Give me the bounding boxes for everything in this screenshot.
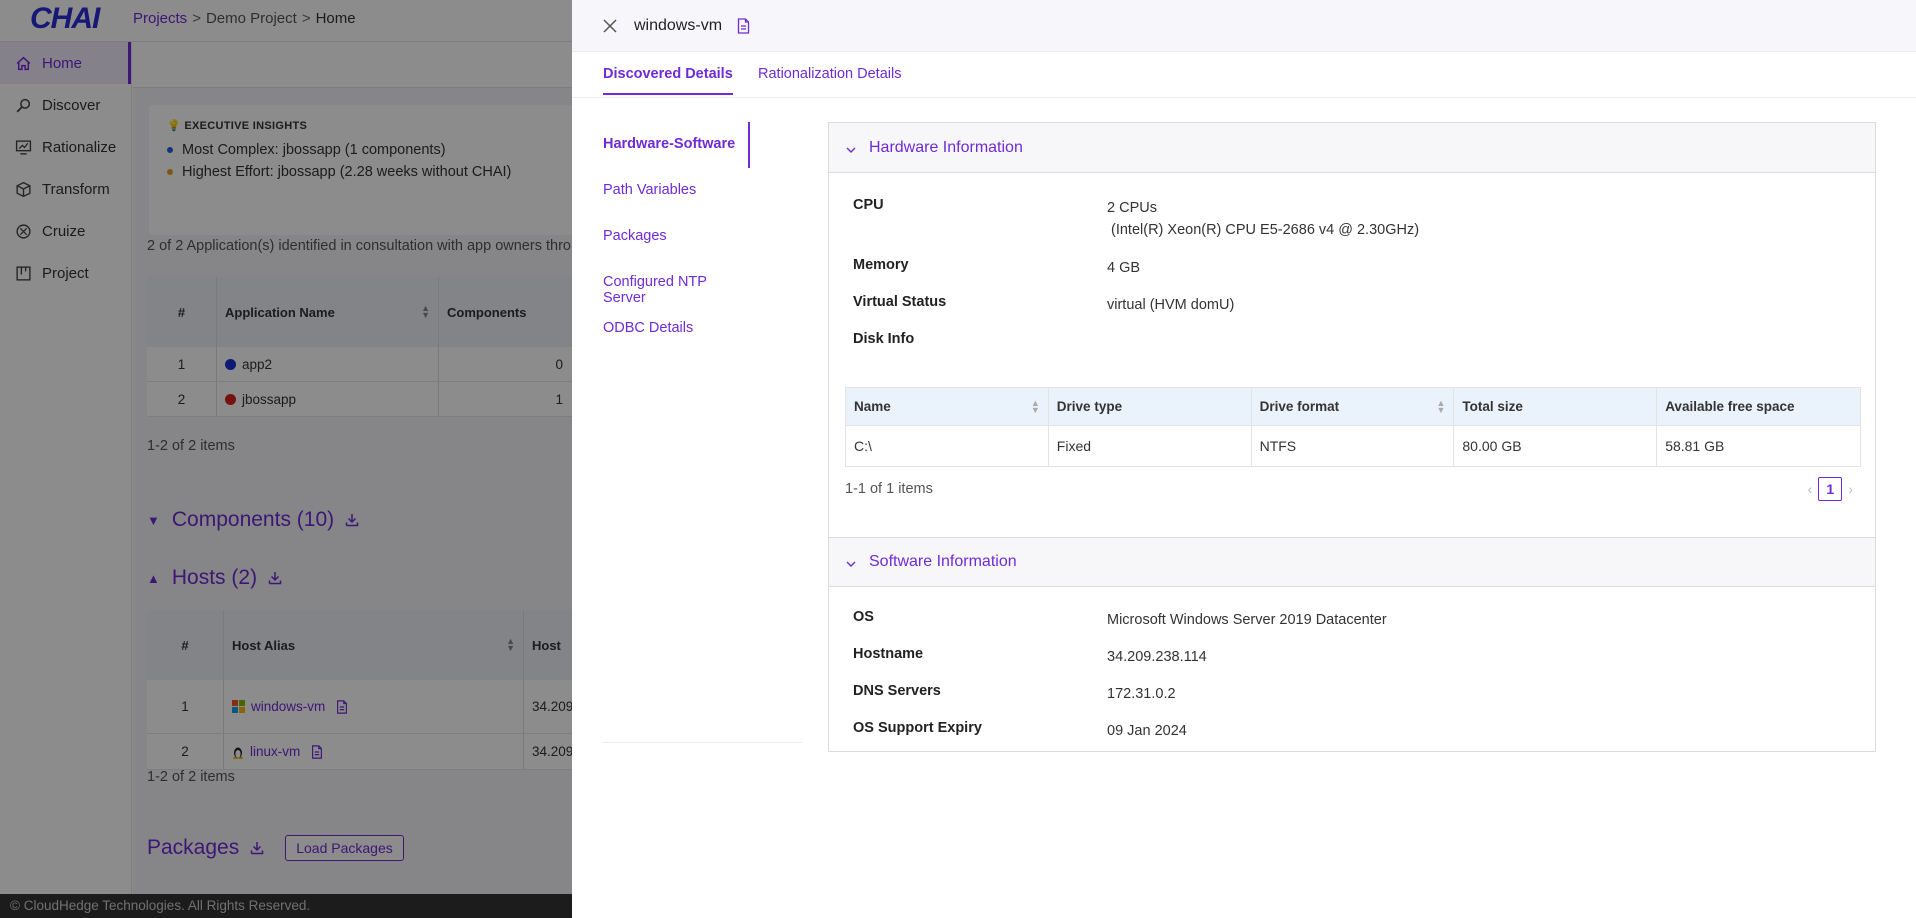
close-icon (603, 18, 617, 33)
hardware-information-header[interactable]: Hardware Information (829, 123, 1875, 173)
disk-info-row: Disk Info (829, 323, 1875, 360)
disk-name-cell: C:\ (846, 426, 1049, 466)
memory-row: Memory 4 GB (829, 249, 1875, 286)
details-content: Hardware Information CPU 2 CPUs (Intel(R… (828, 122, 1876, 752)
cpu-row: CPU 2 CPUs (Intel(R) Xeon(R) CPU E5-2686… (829, 189, 1875, 249)
close-button[interactable] (600, 16, 620, 36)
disk-items-count: 1-1 of 1 items (845, 481, 933, 497)
hardware-information-title: Hardware Information (869, 138, 1023, 156)
nav-packages[interactable]: Packages (603, 228, 667, 244)
column-header-drive-type: Drive type (1049, 388, 1252, 425)
hostname-row: Hostname 34.209.238.114 (829, 638, 1875, 675)
sort-icon[interactable]: ▲ ▼ (1031, 398, 1040, 414)
table-row: C:\ Fixed NTFS 80.00 GB 58.81 GB (846, 426, 1860, 466)
tab-rationalization-details[interactable]: Rationalization Details (758, 66, 901, 93)
tab-discovered-details[interactable]: Discovered Details (603, 66, 733, 95)
virtual-status-value: virtual (HVM domU) (1107, 297, 1235, 313)
disk-info-label: Disk Info (853, 331, 915, 347)
os-label: OS (853, 609, 874, 625)
active-nav-indicator (748, 122, 750, 168)
cpu-label: CPU (853, 197, 884, 213)
pagination: ‹ 1 › (1808, 477, 1853, 501)
os-support-expiry-value: 09 Jan 2024 (1107, 723, 1187, 739)
column-header-total-size: Total size (1454, 388, 1658, 425)
software-information-title: Software Information (869, 553, 1017, 570)
drawer-tabs: Discovered Details Rationalization Detai… (572, 52, 1916, 98)
host-details-drawer: windows-vm Discovered Details Rationaliz… (572, 0, 1916, 918)
os-support-expiry-label: OS Support Expiry (853, 720, 982, 736)
dns-servers-label: DNS Servers (853, 683, 941, 699)
nav-hardware-software[interactable]: Hardware-Software (603, 136, 735, 152)
next-page-icon[interactable]: › (1848, 481, 1853, 497)
dns-servers-value: 172.31.0.2 (1107, 686, 1176, 702)
sort-icon[interactable]: ▲ ▼ (1436, 398, 1445, 414)
column-header-drive-format[interactable]: Drive format ▲ ▼ (1252, 388, 1455, 425)
software-information-header[interactable]: Software Information (829, 537, 1875, 587)
nav-configured-ntp-server[interactable]: Configured NTP Server (603, 274, 750, 306)
hardware-information-body: CPU 2 CPUs (Intel(R) Xeon(R) CPU E5-2686… (829, 189, 1875, 537)
nav-divider (602, 742, 802, 743)
document-icon[interactable] (736, 17, 751, 34)
hostname-label: Hostname (853, 646, 924, 662)
os-row: OS Microsoft Windows Server 2019 Datacen… (829, 601, 1875, 638)
nav-path-variables[interactable]: Path Variables (603, 182, 696, 198)
drive-type-cell: Fixed (1049, 426, 1252, 466)
nav-odbc-details[interactable]: ODBC Details (603, 320, 693, 336)
column-header-name[interactable]: Name ▲ ▼ (846, 388, 1049, 425)
cpu-value: 2 CPUs (Intel(R) Xeon(R) CPU E5-2686 v4 … (1107, 200, 1420, 238)
total-size-cell: 80.00 GB (1454, 426, 1658, 466)
memory-label: Memory (853, 257, 909, 273)
free-space-cell: 58.81 GB (1665, 438, 1725, 454)
drive-format-cell: NTFS (1252, 426, 1455, 466)
chevron-down-icon[interactable] (845, 558, 857, 570)
software-information-body: OS Microsoft Windows Server 2019 Datacen… (829, 587, 1875, 749)
column-header-available-free-space: Available free space (1665, 399, 1795, 414)
os-value: Microsoft Windows Server 2019 Datacenter (1107, 612, 1387, 628)
details-navigation: Hardware-Software Path Variables Package… (594, 122, 802, 743)
virtual-status-row: Virtual Status virtual (HVM domU) (829, 286, 1875, 323)
memory-value: 4 GB (1107, 260, 1141, 276)
table-header: Name ▲ ▼ Drive type Drive format ▲ ▼ Total s… (846, 388, 1860, 426)
virtual-status-label: Virtual Status (853, 294, 947, 310)
page-button[interactable]: 1 (1818, 477, 1843, 501)
disk-info-table: Name ▲ ▼ Drive type Drive format ▲ ▼ Total s… (845, 387, 1861, 467)
drawer-title: windows-vm (634, 16, 723, 34)
prev-page-icon[interactable]: ‹ (1808, 481, 1813, 497)
os-support-expiry-row: OS Support Expiry 09 Jan 2024 (829, 712, 1875, 749)
modal-overlay[interactable] (0, 0, 572, 918)
dns-servers-row: DNS Servers 172.31.0.2 (829, 675, 1875, 712)
drawer-header: windows-vm (572, 0, 1916, 52)
chevron-down-icon[interactable] (845, 144, 857, 156)
hostname-value: 34.209.238.114 (1107, 649, 1207, 665)
